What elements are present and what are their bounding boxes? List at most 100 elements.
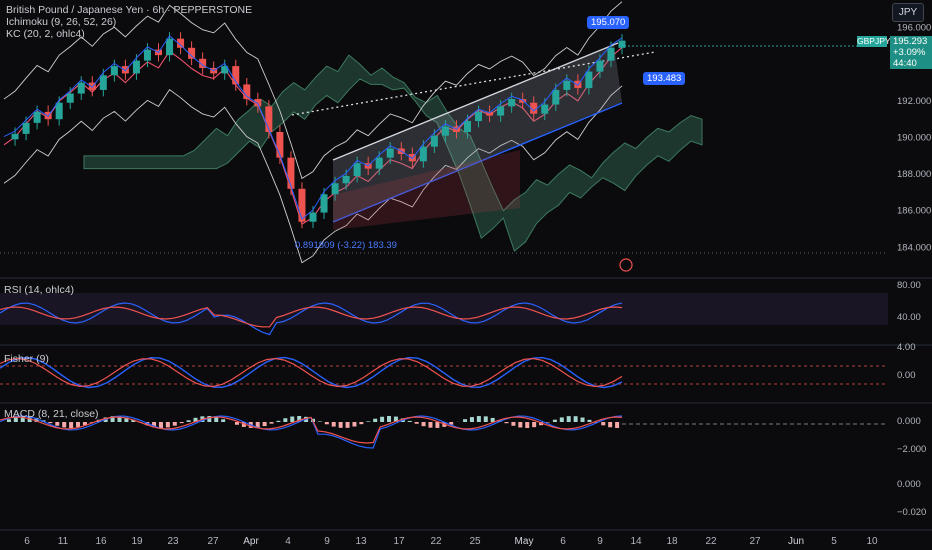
macd-histogram-bar (407, 420, 412, 422)
macd-histogram-bar (435, 422, 440, 428)
macd-histogram-bar (262, 422, 267, 427)
y-tick-label: 184.000 (897, 242, 931, 253)
macd-histogram-bar (283, 418, 288, 422)
rsi-tick-label: 40.00 (897, 312, 921, 323)
macd-histogram-bar (483, 416, 488, 422)
kc-label: KC (20, 2, ohlc4) (6, 28, 85, 40)
bar-countdown: 44:40 (893, 58, 917, 69)
x-tick-label: Apr (243, 536, 259, 547)
y-tick-label: 186.000 (897, 206, 931, 217)
macd-histogram-bar (380, 416, 385, 422)
symbol-tag: GBPJPY (857, 36, 891, 47)
candle-body (55, 102, 63, 120)
candle-body (419, 146, 427, 162)
macd-histogram-bar (352, 422, 357, 427)
candle-body (508, 99, 516, 107)
candle-body (430, 135, 438, 147)
x-tick-label: 22 (430, 536, 442, 547)
price-change: +3.09% (893, 47, 926, 58)
fisher-trigger (0, 357, 623, 388)
macd-histogram-bar (48, 422, 53, 424)
macd-pane-label: MACD (8, 21, close) (4, 408, 99, 420)
candle-body (11, 133, 19, 140)
low-price-label: 0.891809 (-3.22) 183.39 (295, 240, 397, 251)
macd-histogram-bar (504, 422, 509, 424)
rsi-tick-label: 80.00 (897, 280, 921, 291)
lightning-icon (619, 258, 633, 272)
macd-histogram-bar (387, 416, 392, 422)
target-price-tag: 193.483 (643, 72, 686, 85)
macd-histogram-bar (476, 416, 481, 422)
fisher-line (0, 356, 623, 389)
y-tick-label: 188.000 (897, 169, 931, 180)
macd-histogram-bar (559, 417, 564, 422)
fisher-tick-label: 4.00 (897, 342, 916, 353)
x-tick-label: 23 (167, 536, 179, 547)
macd-histogram-bar (608, 422, 613, 428)
macd-histogram-bar (317, 421, 322, 422)
macd-histogram-bar (469, 417, 474, 422)
macd-histogram-bar (179, 422, 184, 424)
candle-body (33, 111, 41, 123)
x-tick-label: 19 (131, 536, 143, 547)
x-tick-label: 4 (285, 536, 291, 547)
x-tick-label: 11 (58, 536, 69, 547)
macd-histogram-bar (158, 422, 163, 428)
macd-histogram-bar (172, 422, 177, 426)
macd-histogram-bar (421, 422, 426, 427)
macd-tick-label: −2.000 (897, 444, 926, 455)
candle-body (110, 66, 118, 76)
macd-histogram-bar (345, 422, 350, 428)
candle-body (77, 82, 85, 94)
candle-body (320, 194, 328, 213)
candle-body (331, 183, 339, 195)
macd-histogram-bar (573, 416, 578, 422)
macd-histogram-bar (331, 422, 336, 427)
chart-canvas[interactable]: 196.000194.000192.000190.000188.000186.0… (0, 0, 932, 550)
candle-body (22, 122, 30, 134)
macd-histogram-bar (359, 422, 364, 425)
candle-body (309, 212, 317, 222)
x-tick-label: 10 (866, 536, 878, 547)
macd-tick-label: 0.000 (897, 479, 921, 490)
candle-body (254, 99, 262, 107)
rsi-pane-label: RSI (14, ohlc4) (4, 284, 75, 296)
macd-histogram-bar (276, 420, 281, 422)
macd-histogram-bar (580, 417, 585, 422)
macd-histogram-bar (615, 422, 620, 428)
chart-legend: British Pound / Japanese Yen · 6h · PEPP… (6, 4, 252, 40)
candle-body (596, 60, 604, 72)
y-tick-label: 190.000 (897, 133, 931, 144)
candle-body (353, 163, 361, 176)
x-tick-label: 13 (355, 536, 367, 547)
last-price: 195.293 (893, 36, 928, 47)
x-tick-label: 25 (469, 536, 481, 547)
macd-histogram-bar (428, 422, 433, 428)
candle-body (618, 40, 626, 48)
x-tick-label: 6 (24, 536, 30, 547)
macd-histogram-bar (338, 422, 343, 428)
candle-body (166, 38, 174, 56)
last-price-tag: 195.293 +3.09% 44:40 (890, 36, 932, 69)
candle-body (441, 126, 449, 136)
rsi-band (0, 293, 888, 325)
macd-histogram-bar (76, 422, 81, 428)
candle-body (287, 157, 295, 189)
candle-body (342, 175, 350, 184)
macd-histogram-bar (532, 422, 537, 428)
macd-histogram-bar (463, 419, 468, 422)
candle-body (375, 157, 383, 169)
macd-histogram-bar (69, 422, 74, 428)
candle-body (585, 71, 593, 89)
candle-body (563, 80, 571, 90)
y-tick-label: 196.000 (897, 23, 931, 34)
x-tick-label: May (515, 536, 534, 547)
macd-histogram-bar (165, 422, 170, 428)
macd-histogram-bar (587, 419, 592, 422)
candle-body (99, 75, 107, 90)
candle-body (497, 106, 505, 116)
macd-histogram-bar (414, 422, 419, 424)
x-tick-label: 9 (324, 536, 330, 547)
currency-button[interactable]: JPY (892, 3, 924, 22)
x-tick-label: Jun (788, 536, 804, 547)
